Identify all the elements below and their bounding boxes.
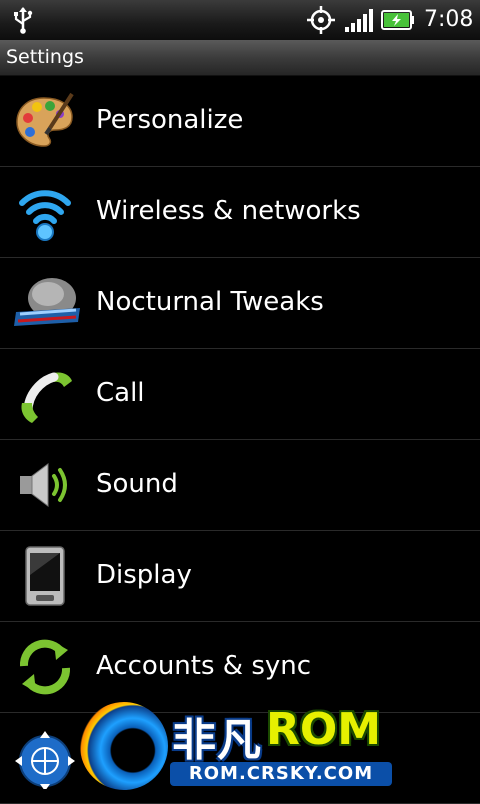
settings-list: Personalize Wireless & networks Nocturna… [0,76,480,804]
status-bar: 7:08 [0,0,480,40]
page-title: Settings [6,46,84,68]
settings-item-label: Sound [96,469,178,499]
watermark-brand-cn: 非凡 [172,715,262,766]
settings-item-call[interactable]: Call [0,349,480,440]
settings-item-label: Personalize [96,105,244,135]
settings-item-label: Wireless & networks [96,196,361,226]
watermark-url: ROM.CRSKY.COM [170,762,392,786]
watermark-brand: ROM [266,704,382,755]
settings-item-wireless-networks[interactable]: Wireless & networks [0,167,480,258]
status-time: 7:08 [424,7,474,32]
settings-item-label: Nocturnal Tweaks [96,287,324,317]
settings-item-personalize[interactable]: Personalize [0,76,480,167]
gps-icon [306,5,336,39]
palette-icon [14,90,76,152]
settings-item-label: Display [96,560,192,590]
watermark-logo: 非凡 ROM ROM.CRSKY.COM [80,700,410,796]
nocturnal-logo-icon [14,272,80,334]
settings-item-display[interactable]: Display [0,531,480,622]
phone-handset-icon [14,363,76,425]
settings-item-label: Accounts & sync [96,651,312,681]
wifi-icon [14,181,76,243]
sync-icon [14,636,76,698]
title-bar: Settings [0,40,480,76]
phone-display-icon [14,545,76,607]
settings-item-label: Call [96,378,145,408]
signal-icon [344,8,374,36]
usb-icon [12,6,34,38]
speaker-icon [14,454,76,516]
settings-item-sound[interactable]: Sound [0,440,480,531]
settings-item-nocturnal-tweaks[interactable]: Nocturnal Tweaks [0,258,480,349]
battery-charging-icon [381,10,415,34]
watermark-swirl-icon [80,702,168,790]
globe-location-icon [14,727,76,791]
